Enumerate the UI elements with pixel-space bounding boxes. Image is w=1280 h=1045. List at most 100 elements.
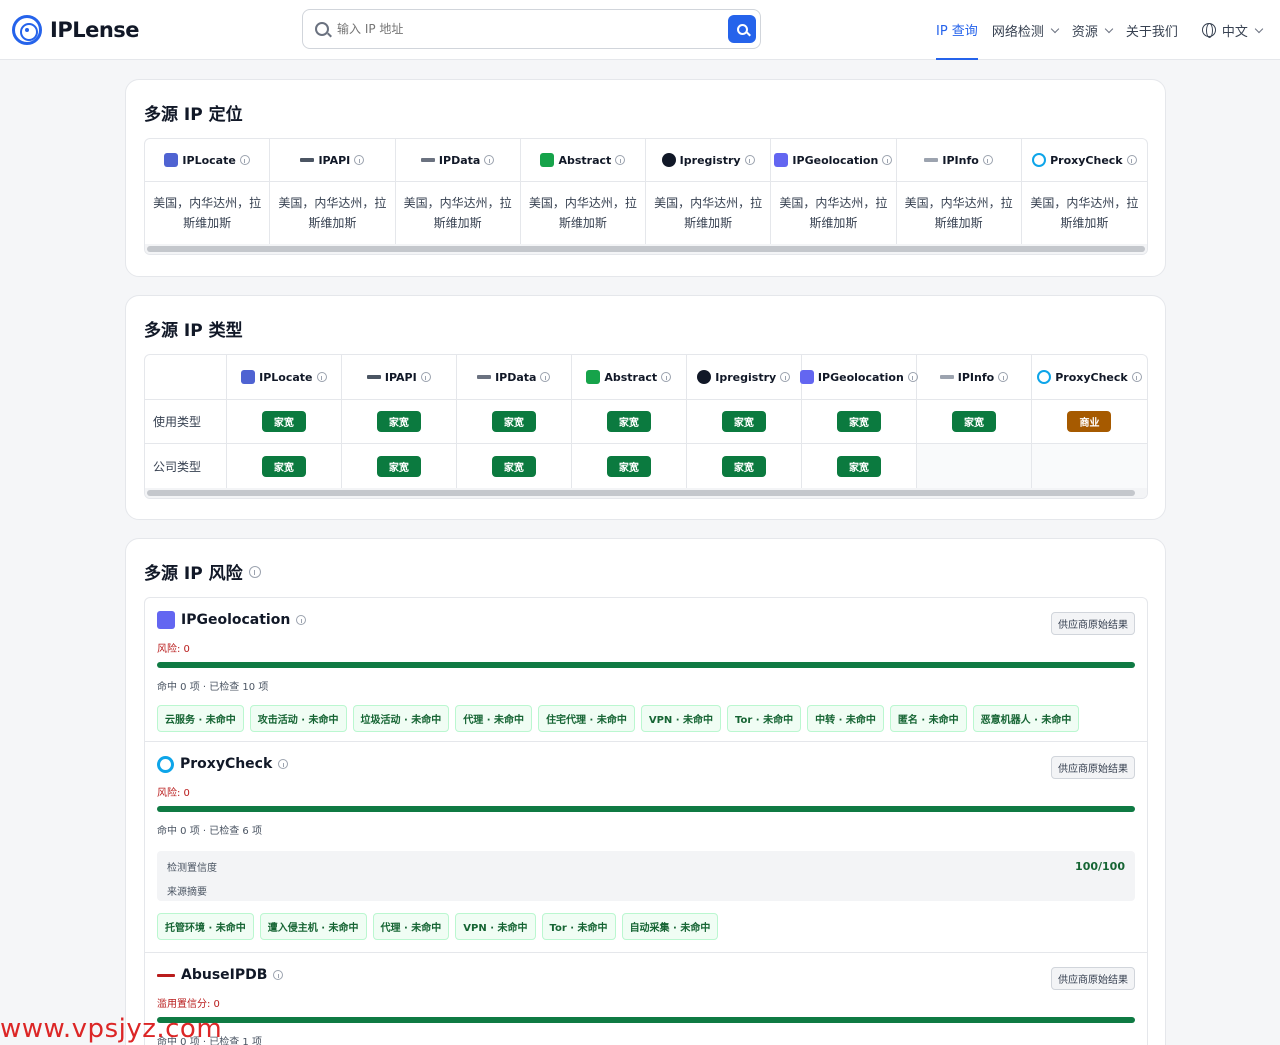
row-label: 使用类型: [145, 400, 227, 443]
source-summary-label: 来源摘要: [167, 887, 207, 898]
location-cell: 美国，内华达州，拉斯维加斯: [646, 182, 772, 244]
risk-bar: [157, 806, 1135, 812]
risk-tag: 托管环境 · 未命中: [157, 913, 254, 940]
provider-name: ProxyCheck: [1055, 370, 1128, 384]
chevron-down-icon: [1254, 24, 1264, 33]
info-icon[interactable]: [1126, 155, 1137, 165]
location-card: 多源 IP 定位 IPLocate IPAPI IPData Abstract …: [125, 79, 1166, 277]
info-icon[interactable]: [907, 372, 918, 382]
location-text: 美国，内华达州，拉斯维加斯: [403, 196, 512, 230]
provider-name: IPAPI: [318, 153, 351, 167]
type-badge: 家宽: [951, 411, 996, 432]
section-title: 多源 IP 风险: [144, 559, 261, 584]
brand-logo[interactable]: IPLense: [12, 14, 302, 45]
info-icon[interactable]: [982, 155, 993, 165]
info-icon[interactable]: [316, 372, 327, 382]
horizontal-scrollbar[interactable]: [145, 488, 1147, 498]
risk-tags: 云服务 · 未命中 攻击活动 · 未命中 垃圾活动 · 未命中 代理 · 未命中…: [157, 705, 1135, 732]
top-header: IPLense IP 查询 网络检测 资源 关于我们 中文: [0, 0, 1280, 60]
provider-header: IPInfo: [897, 139, 1022, 181]
type-cell: 家宽: [342, 444, 457, 488]
info-icon[interactable]: [744, 155, 755, 165]
provider-heading: ProxyCheck: [157, 754, 1135, 774]
info-icon[interactable]: [540, 372, 551, 382]
language-selector[interactable]: 中文: [1201, 0, 1264, 60]
location-cell: 美国，内华达州，拉斯维加斯: [897, 182, 1022, 244]
risk-score: 风险: 0: [157, 644, 190, 655]
raw-result-button[interactable]: 供应商原始结果: [1051, 967, 1135, 990]
type-badge: 家宽: [491, 411, 536, 432]
raw-result-button[interactable]: 供应商原始结果: [1051, 612, 1135, 635]
info-icon[interactable]: [278, 759, 289, 769]
risk-tag: Tor · 未命中: [541, 913, 616, 940]
ipgeolocation-logo-icon: [799, 370, 814, 384]
info-icon[interactable]: [273, 970, 284, 980]
info-icon[interactable]: [1131, 372, 1142, 382]
chevron-down-icon: [1104, 24, 1114, 33]
provider-header: IPAPI: [342, 355, 457, 399]
provider-name: Abstract: [604, 370, 658, 384]
type-cell: 家宽: [802, 400, 917, 443]
provider-name: IPLocate: [259, 370, 313, 384]
horizontal-scrollbar[interactable]: [145, 244, 1147, 254]
provider-name: Ipregistry: [715, 370, 777, 384]
provider-header: Abstract: [521, 139, 646, 181]
info-icon[interactable]: [484, 155, 495, 165]
info-icon[interactable]: [615, 155, 626, 165]
risk-score: 滥用置信分: 0: [157, 999, 220, 1010]
provider-name: IPGeolocation: [817, 370, 904, 384]
table-row: 美国，内华达州，拉斯维加斯 美国，内华达州，拉斯维加斯 美国，内华达州，拉斯维加…: [145, 182, 1147, 244]
provider-header: IPAPI: [270, 139, 396, 181]
info-icon[interactable]: [882, 155, 893, 165]
location-cell: 美国，内华达州，拉斯维加斯: [270, 182, 396, 244]
scrollbar-thumb[interactable]: [147, 246, 1145, 252]
location-cell: 美国，内华达州，拉斯维加斯: [1022, 182, 1147, 244]
info-icon[interactable]: [661, 372, 672, 382]
provider-heading: IPGeolocation: [157, 610, 1135, 630]
corner-cell: [145, 355, 227, 399]
type-cell: 家宽: [802, 444, 917, 488]
ipregistry-logo-icon: [697, 370, 712, 384]
provider-header: Abstract: [572, 355, 687, 399]
ipgeolocation-logo-icon: [157, 611, 175, 629]
info-icon[interactable]: [296, 615, 307, 625]
info-icon[interactable]: [239, 155, 250, 165]
nav-ip-lookup[interactable]: IP 查询: [936, 0, 978, 60]
site-watermark: www.vpsjyz.com: [0, 1014, 223, 1044]
info-icon[interactable]: [420, 372, 431, 382]
location-text: 美国，内华达州，拉斯维加斯: [1030, 196, 1139, 230]
provider-header: IPGeolocation: [771, 139, 897, 181]
nav-about[interactable]: 关于我们: [1126, 0, 1178, 60]
risk-tag: 住宅代理 · 未命中: [538, 705, 635, 732]
scrollbar-thumb[interactable]: [147, 490, 1136, 496]
table-header-row: IPLocate IPAPI IPData Abstract Ipregistr…: [145, 355, 1147, 400]
provider-name: IPInfo: [957, 370, 995, 384]
nav-label: 网络检测: [991, 24, 1044, 40]
search-button[interactable]: [728, 15, 756, 43]
nav-resources[interactable]: 资源: [1072, 0, 1114, 60]
type-cell: 家宽: [572, 400, 687, 443]
info-icon[interactable]: [780, 372, 791, 382]
provider-name: Ipregistry: [679, 153, 741, 167]
abuseipdb-logo-icon: [157, 973, 175, 977]
location-cell: 美国，内华达州，拉斯维加斯: [521, 182, 646, 244]
provider-header: IPLocate: [145, 139, 271, 181]
type-badge: 商业: [1067, 411, 1112, 432]
info-icon[interactable]: [248, 565, 261, 578]
search-icon: [736, 23, 748, 35]
info-icon[interactable]: [998, 372, 1009, 382]
proxycheck-logo-icon: [157, 755, 174, 773]
type-cell: 家宽: [227, 444, 342, 488]
info-icon[interactable]: [354, 155, 365, 165]
provider-name: Abstract: [558, 153, 612, 167]
search-input[interactable]: [337, 22, 728, 36]
risk-tag: 代理 · 未命中: [455, 705, 533, 732]
nav-network-test[interactable]: 网络检测: [991, 0, 1060, 60]
ipregistry-logo-icon: [661, 153, 676, 167]
provider-header: Ipregistry: [687, 355, 802, 399]
ipinfo-logo-icon: [924, 158, 939, 162]
empty-cell: [916, 444, 1032, 488]
raw-result-button[interactable]: 供应商原始结果: [1051, 756, 1135, 779]
risk-provider-block: AbuseIPDB 供应商原始结果 滥用置信分: 0 命中 0 项 · 已检查 …: [145, 953, 1147, 1045]
type-badge: 家宽: [606, 411, 651, 432]
